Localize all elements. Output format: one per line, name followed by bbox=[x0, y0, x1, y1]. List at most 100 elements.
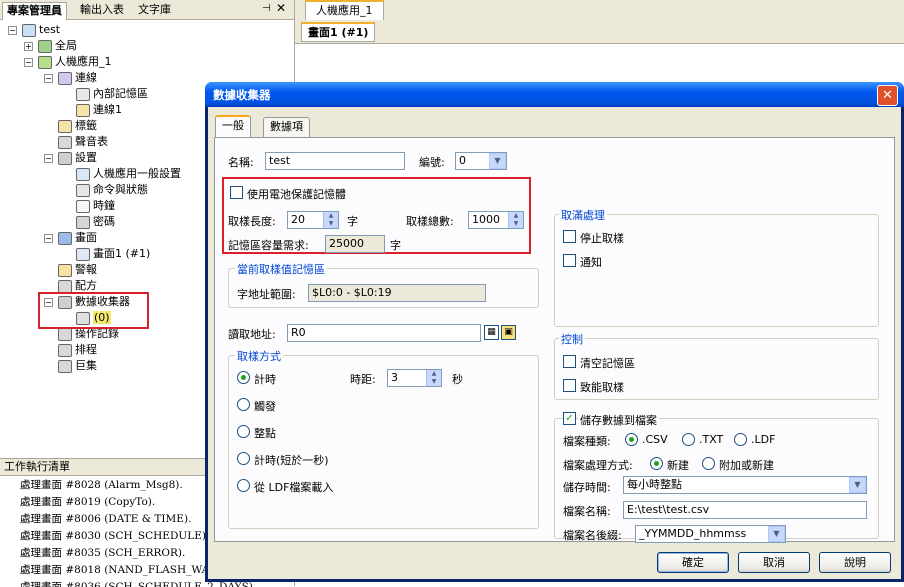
tree-item[interactable]: 全局 bbox=[38, 38, 77, 54]
sample-mode-radio[interactable] bbox=[237, 452, 250, 465]
collapse-icon[interactable]: − bbox=[8, 26, 17, 35]
tree-item[interactable]: 連線 bbox=[58, 70, 97, 86]
connection-icon bbox=[58, 71, 72, 85]
save-file-checkbox[interactable]: ✓ bbox=[563, 412, 576, 425]
read-addr-input[interactable]: R0 bbox=[287, 324, 481, 342]
stop-sampling-label: 停止取樣 bbox=[580, 232, 624, 245]
collapse-icon[interactable]: − bbox=[44, 234, 53, 243]
dialog-close-icon[interactable]: ✕ bbox=[877, 85, 898, 106]
sample-total-input[interactable]: 1000 ▲ ▼ bbox=[468, 211, 524, 229]
dialog-title-bar[interactable]: 數據收集器 ✕ bbox=[205, 82, 904, 107]
tree-item[interactable]: test bbox=[22, 22, 60, 38]
tree-item-label: 時鐘 bbox=[93, 199, 115, 212]
pin-icon[interactable]: ⊣ bbox=[262, 3, 271, 14]
collapse-icon[interactable]: − bbox=[44, 74, 53, 83]
tab-hmi-app[interactable]: 人機應用_1 bbox=[305, 0, 384, 20]
spinner-icon[interactable]: ▲ ▼ bbox=[426, 370, 441, 386]
file-mode-radio[interactable] bbox=[650, 457, 663, 470]
tree-item[interactable]: 畫面 bbox=[58, 230, 97, 246]
tree-item[interactable]: 內部記憶區 bbox=[76, 86, 148, 102]
spinner-icon[interactable]: ▲ ▼ bbox=[323, 212, 338, 228]
general-tab-panel: 名稱: test 編號: 0 ▼ 使用電池保護記憶體 取樣長度: 20 ▲ ▼ 字 取… bbox=[214, 137, 895, 543]
tree-item-label: 設置 bbox=[75, 151, 97, 164]
tree-item-label: test bbox=[39, 23, 61, 36]
tab-general[interactable]: 一般 bbox=[215, 115, 251, 137]
sample-mode-radio[interactable] bbox=[237, 371, 250, 384]
sample-mode-radio[interactable] bbox=[237, 479, 250, 492]
help-button[interactable]: 說明 bbox=[819, 552, 891, 573]
settings-icon bbox=[58, 151, 72, 165]
sample-mode-radio[interactable] bbox=[237, 398, 250, 411]
tree-item-label: 配方 bbox=[75, 279, 97, 292]
notify-checkbox[interactable] bbox=[563, 254, 576, 267]
recipe-icon bbox=[58, 279, 72, 293]
tree-item[interactable]: 時鐘 bbox=[76, 198, 115, 214]
chevron-down-icon[interactable]: ▼ bbox=[849, 477, 866, 493]
tree-item[interactable]: 排程 bbox=[58, 342, 97, 358]
tree-item[interactable]: 聲音表 bbox=[58, 134, 108, 150]
tree-item[interactable]: 設置 bbox=[58, 150, 97, 166]
file-type-label-option: .LDF bbox=[751, 433, 776, 446]
battery-checkbox[interactable] bbox=[230, 186, 243, 199]
tree-item[interactable]: 密碼 bbox=[76, 214, 115, 230]
file-mode-radio[interactable] bbox=[702, 457, 715, 470]
keypad-icon[interactable]: ▦ bbox=[484, 325, 499, 340]
file-type-radio[interactable] bbox=[682, 433, 695, 446]
tree-item[interactable]: 畫面1 (#1) bbox=[76, 246, 150, 262]
close-icon[interactable]: ✕ bbox=[276, 1, 286, 15]
cancel-button[interactable]: 取消 bbox=[738, 552, 810, 573]
dialog-body: 一般 數據項 名稱: test 編號: 0 ▼ 使用電池保護記憶體 取樣長度: 2… bbox=[208, 107, 901, 579]
file-suffix-select[interactable]: _YYMMDD_hhmmss ▼ bbox=[635, 525, 786, 543]
interval-input[interactable]: 3 ▲ ▼ bbox=[387, 369, 442, 387]
number-value: 0 bbox=[459, 154, 466, 167]
ok-button[interactable]: 確定 bbox=[657, 552, 729, 573]
read-addr-label: 讀取地址: bbox=[228, 328, 276, 341]
tree-item[interactable]: 巨集 bbox=[58, 358, 97, 374]
globe-icon bbox=[38, 39, 52, 53]
tree-item[interactable]: 警報 bbox=[58, 262, 97, 278]
sample-mode-radio[interactable] bbox=[237, 425, 250, 438]
tree-item[interactable]: 人機應用一般設置 bbox=[76, 166, 181, 182]
stop-sampling-checkbox[interactable] bbox=[563, 230, 576, 243]
enable-sampling-checkbox[interactable] bbox=[563, 379, 576, 392]
spinner-icon[interactable]: ▲ ▼ bbox=[508, 212, 523, 228]
addr-range-label: 字地址範圍: bbox=[237, 288, 296, 301]
tab-text-library[interactable]: 文字庫 bbox=[134, 2, 175, 20]
current-memory-group-title: 當前取樣值記憶區 bbox=[235, 261, 327, 277]
file-name-input[interactable]: E:\test\test.csv bbox=[623, 501, 867, 519]
tree-item-label: 聲音表 bbox=[75, 135, 108, 148]
sample-mode-label: 觸發 bbox=[254, 400, 276, 413]
save-time-label: 儲存時間: bbox=[563, 481, 611, 494]
clock-icon bbox=[76, 199, 90, 213]
addr-range-field: $L0:0 - $L0:19 bbox=[308, 284, 486, 302]
link-icon bbox=[76, 103, 90, 117]
collapse-icon[interactable]: − bbox=[24, 58, 33, 67]
name-input[interactable]: test bbox=[265, 152, 405, 170]
file-type-radio[interactable] bbox=[625, 433, 638, 446]
tab-data-items[interactable]: 數據項 bbox=[263, 117, 310, 137]
file-suffix-label: 檔案名後綴: bbox=[563, 529, 622, 542]
tree-item-label: 警報 bbox=[75, 263, 97, 276]
collapse-icon[interactable]: − bbox=[44, 154, 53, 163]
save-time-select[interactable]: 每小時整點 ▼ bbox=[623, 476, 867, 494]
interval-label: 時距: bbox=[350, 373, 376, 386]
sample-length-input[interactable]: 20 ▲ ▼ bbox=[287, 211, 339, 229]
file-type-label-option: .CSV bbox=[642, 433, 668, 446]
chevron-down-icon[interactable]: ▼ bbox=[489, 153, 506, 169]
tab-project-manager[interactable]: 專案管理員 bbox=[2, 2, 67, 20]
sample-mode-label: 計時(短於一秒) bbox=[254, 454, 329, 467]
file-type-label-option: .TXT bbox=[699, 433, 724, 446]
file-name-label: 檔案名稱: bbox=[563, 505, 611, 518]
tree-item[interactable]: 連線1 bbox=[76, 102, 122, 118]
file-type-radio[interactable] bbox=[734, 433, 747, 446]
tab-io-table[interactable]: 輸出入表 bbox=[76, 2, 128, 20]
chevron-down-icon[interactable]: ▼ bbox=[768, 526, 785, 542]
expand-icon[interactable]: + bbox=[24, 42, 33, 51]
tab-screen1[interactable]: 畫面1 (#1) bbox=[301, 22, 376, 42]
address-lock-icon[interactable]: ▣ bbox=[501, 325, 516, 340]
tree-item[interactable]: 標籤 bbox=[58, 118, 97, 134]
tree-item[interactable]: 人機應用_1 bbox=[38, 54, 112, 70]
clear-memory-checkbox[interactable] bbox=[563, 355, 576, 368]
number-select[interactable]: 0 ▼ bbox=[455, 152, 507, 170]
tree-item[interactable]: 命令與狀態 bbox=[76, 182, 148, 198]
